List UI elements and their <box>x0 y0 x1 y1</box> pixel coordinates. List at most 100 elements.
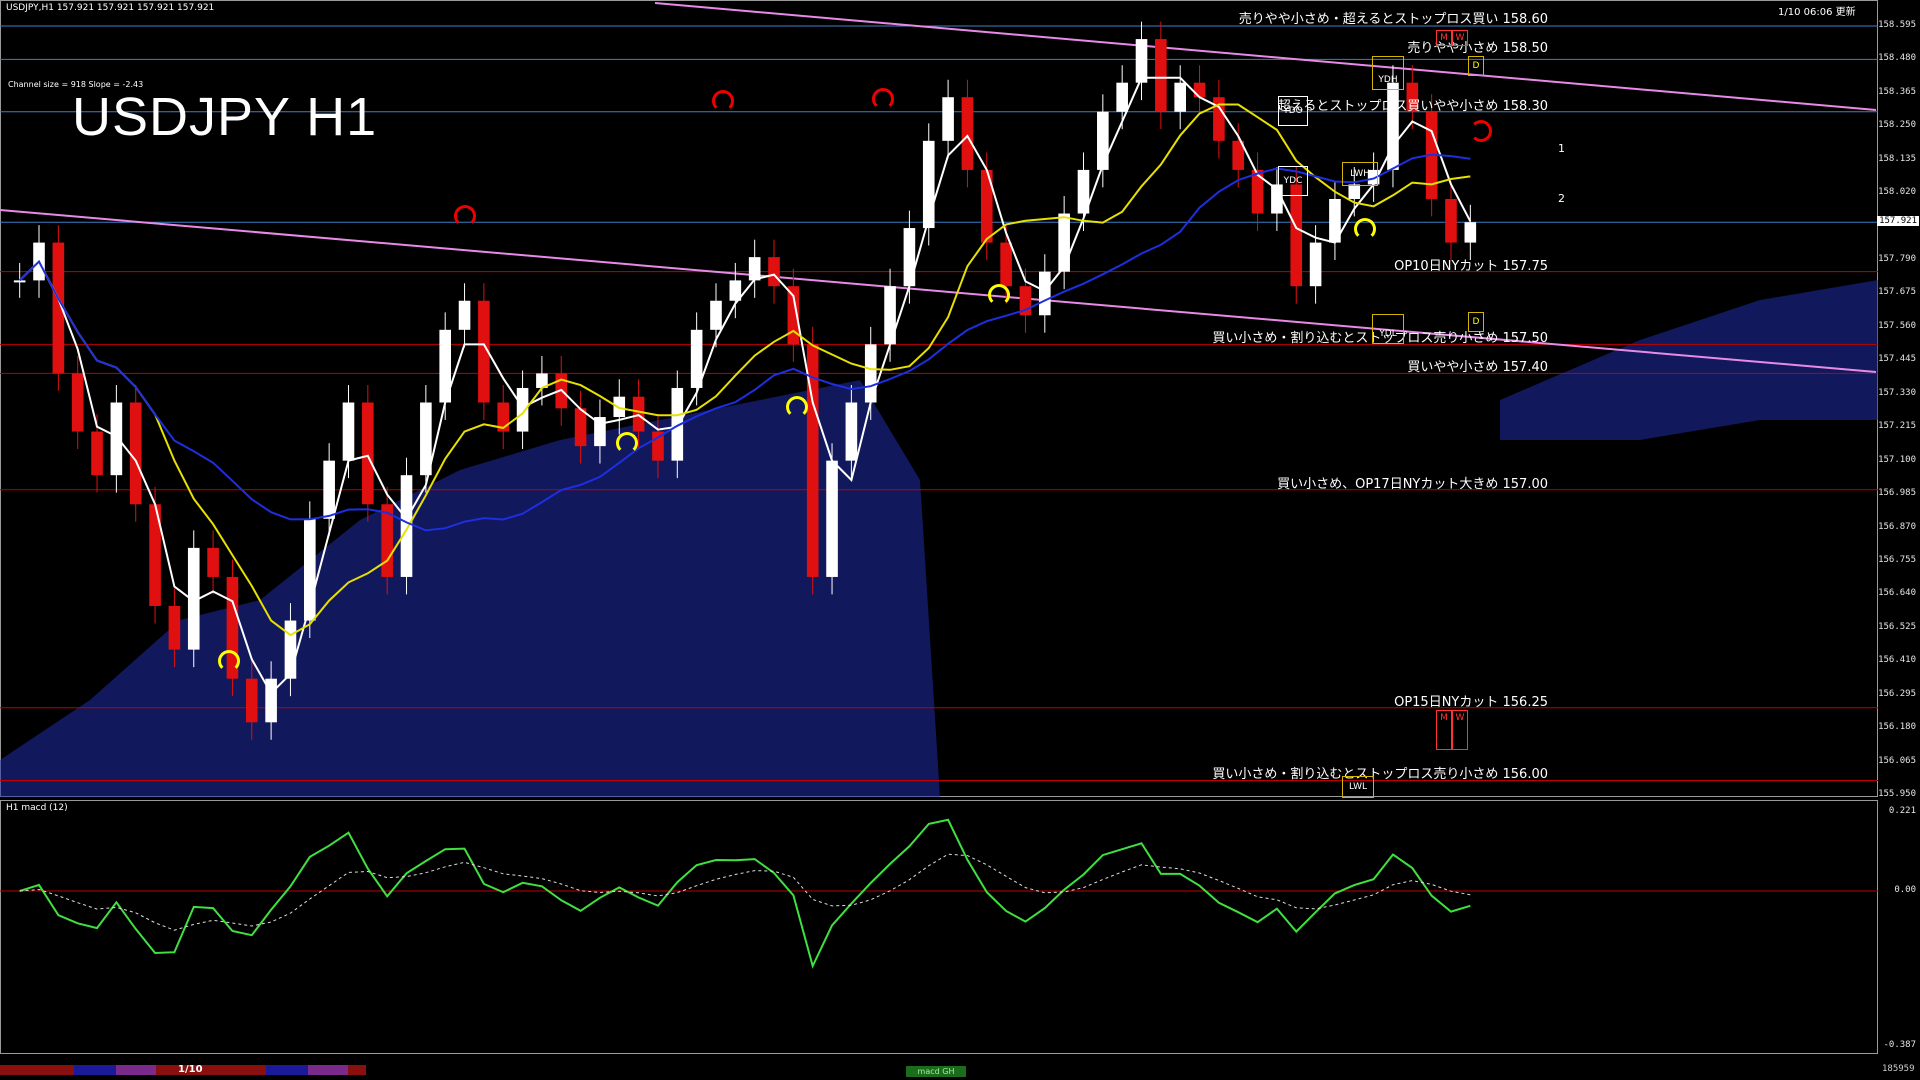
macd-title: H1 macd (12) <box>6 803 68 813</box>
sell-signal-icon <box>872 88 894 110</box>
month-low-marker: M <box>1436 710 1452 750</box>
kumo-cloud <box>1500 280 1878 440</box>
status-segment <box>348 1065 366 1075</box>
price-tick-label: 156.525 <box>1878 621 1916 632</box>
day-low-marker: D <box>1468 312 1484 332</box>
level-annotation: 売りやや小さめ 158.50 <box>1407 40 1548 56</box>
lwh-marker: LWH <box>1342 162 1378 186</box>
candle-body <box>362 402 374 505</box>
candle-body <box>342 402 355 461</box>
price-tick-label: 158.365 <box>1878 86 1916 97</box>
candle-body <box>110 402 123 476</box>
candle-body <box>1000 242 1012 287</box>
buy-signal-icon <box>786 396 808 418</box>
candle-body <box>168 606 181 650</box>
price-tick-label: 157.330 <box>1878 387 1916 398</box>
candle-body <box>71 373 84 432</box>
macd-chart-canvas[interactable] <box>0 800 1878 1054</box>
price-tick-label: 158.595 <box>1878 19 1916 30</box>
week-high-marker: W <box>1452 30 1468 46</box>
price-tick-label: 156.180 <box>1878 722 1916 733</box>
candle-body <box>845 402 858 461</box>
price-tick-label: 156.870 <box>1878 521 1916 532</box>
candle-body <box>400 475 413 577</box>
candle-body <box>710 300 722 330</box>
candle-body <box>1445 198 1457 243</box>
symbol-header: USDJPY,H1 157.921 157.921 157.921 157.92… <box>6 3 215 13</box>
price-tick-label: 158.135 <box>1878 153 1916 164</box>
price-tick-label: 157.790 <box>1878 254 1916 265</box>
status-count: 185959 <box>1882 1064 1915 1074</box>
buy-signal-icon <box>616 432 638 454</box>
candle-body <box>129 402 142 505</box>
candle-body <box>13 280 26 283</box>
candle-body <box>91 431 103 476</box>
candle-body <box>961 97 974 170</box>
sell-signal-icon <box>454 205 476 227</box>
candle-body <box>458 300 471 330</box>
price-tick-label: 158.250 <box>1878 120 1916 131</box>
candle-body <box>903 228 916 287</box>
price-tick-label: 157.100 <box>1878 454 1916 465</box>
level-annotation: 超えるとストップロス買いやや小さめ 158.30 <box>1277 98 1548 114</box>
level-annotation: 買いやや小さめ 157.40 <box>1407 360 1548 376</box>
candle-body <box>1058 213 1070 272</box>
week-low-marker: W <box>1452 710 1468 750</box>
candle-body <box>1348 184 1361 199</box>
chart-title: USDJPY H1 <box>72 87 378 147</box>
macd-axis-label: -0.387 <box>1883 1040 1916 1050</box>
buy-signal-icon <box>218 650 240 672</box>
price-tick-label: 156.755 <box>1878 554 1916 565</box>
trendline-1-label: 1 <box>1558 142 1565 155</box>
candle-body <box>922 140 935 229</box>
ydo-marker: YDO <box>1278 96 1308 126</box>
candle-body <box>1116 82 1128 112</box>
status-date: 1/10 <box>178 1064 203 1075</box>
candle-body <box>768 257 780 287</box>
candle-body <box>1174 82 1186 112</box>
status-segment <box>74 1065 116 1075</box>
level-annotation: 売りやや小さめ・超えるとストップロス買い 158.60 <box>1238 11 1548 27</box>
price-tick-label: 156.410 <box>1878 655 1916 666</box>
status-segment <box>266 1065 308 1075</box>
candle-body <box>1464 222 1477 243</box>
level-annotation: 買い小さめ、OP17日NYカット大きめ 157.00 <box>1277 476 1548 492</box>
status-segment <box>156 1065 266 1075</box>
price-tick-label: 156.065 <box>1878 755 1916 766</box>
update-time-label: 1/10 06:06 更新 <box>1778 7 1856 18</box>
candle-body <box>1193 82 1206 98</box>
level-annotation: OP10日NYカット 157.75 <box>1394 258 1548 274</box>
price-tick-label: 157.560 <box>1878 320 1916 331</box>
candle-body <box>574 408 587 447</box>
candle-body <box>826 460 838 577</box>
sell-signal-icon <box>712 90 734 112</box>
price-tick-label: 157.445 <box>1878 354 1916 365</box>
ydc-marker: YDC <box>1278 166 1308 196</box>
price-tick-label: 156.295 <box>1878 688 1916 699</box>
status-segment <box>116 1065 156 1075</box>
candle-body <box>1097 111 1109 170</box>
price-tick-label: 158.480 <box>1878 53 1916 64</box>
level-annotation: OP15日NYカット 156.25 <box>1394 694 1548 710</box>
candle-body <box>207 547 219 577</box>
month-high-marker: M <box>1436 30 1452 46</box>
price-tick-label: 155.950 <box>1878 789 1916 799</box>
candle-body <box>516 387 529 432</box>
candle-body <box>884 286 896 345</box>
price-scale[interactable]: 158.595 158.480 158.365 158.250 158.135 158.0… <box>1877 0 1920 1054</box>
price-tick-label: 156.985 <box>1878 488 1916 499</box>
candle-body <box>1135 39 1148 83</box>
candle-body <box>1309 242 1322 287</box>
buy-signal-icon <box>988 284 1010 306</box>
candle-body <box>1039 271 1051 316</box>
status-segment <box>308 1065 348 1075</box>
ydh-marker: YDH <box>1372 56 1404 90</box>
day-high-marker: D <box>1468 56 1484 76</box>
current-price-badge: 157.921 <box>1877 215 1919 226</box>
macd-axis-label: 0.221 <box>1888 806 1916 816</box>
candle-body <box>245 678 258 723</box>
ydl-marker: YDL <box>1372 314 1404 344</box>
candle-body <box>1290 184 1303 287</box>
macd-axis-label: 0.00 <box>1894 885 1916 895</box>
candle-body <box>748 257 761 281</box>
